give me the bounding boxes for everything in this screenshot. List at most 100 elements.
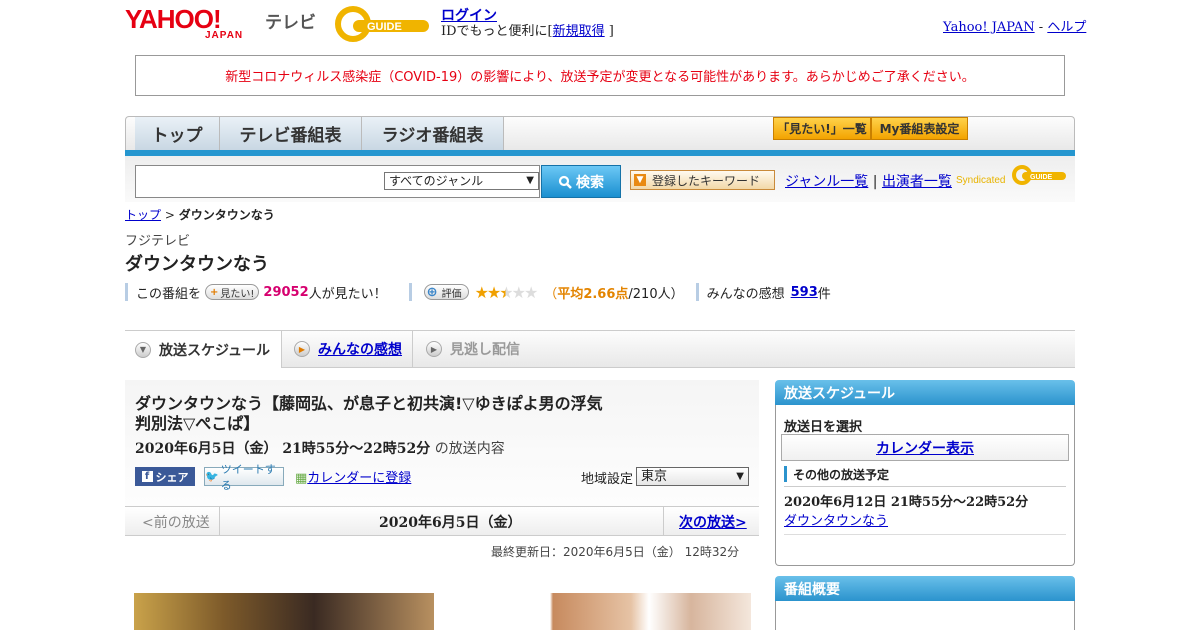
search-icon <box>558 175 572 189</box>
page-title: ダウンタウンなう <box>125 254 269 275</box>
region-select[interactable]: 東京 ▼ <box>636 467 749 486</box>
star-empty-icon: ★ <box>523 282 538 302</box>
my-schedule-label: My番組表設定 <box>879 122 960 136</box>
reviews-count-link[interactable]: 593 <box>791 285 818 300</box>
id-note-suffix: ] <box>608 24 614 39</box>
other-schedule-title: その他の放送予定 <box>793 468 890 482</box>
nav-tab-top[interactable]: トップ <box>135 117 220 150</box>
select-date-label: 放送日を選択 <box>784 420 863 435</box>
header-link-separator: - <box>1038 20 1044 35</box>
episode-photo-guests <box>451 593 751 630</box>
sidebar-schedule-header: 放送スケジュール <box>775 380 1075 405</box>
search-button[interactable]: 検索 <box>541 165 621 198</box>
breadcrumb: トップ > ダウンタウンなう <box>125 206 275 223</box>
nav-tab-radio-schedule[interactable]: ラジオ番組表 <box>362 117 504 150</box>
mitai-list-button[interactable]: 「見たい!」一覧 <box>773 117 871 140</box>
covid-notice-text: 新型コロナウィルス感染症（COVID-19）の影響により、放送予定が変更となる可… <box>225 70 975 85</box>
calendar-view-link[interactable]: カレンダー表示 <box>876 438 974 458</box>
g-guide-logo: GUIDE <box>335 6 429 42</box>
plus-circle-icon: ⊕ <box>426 284 438 300</box>
tab-label: 放送スケジュール <box>159 342 271 359</box>
reviews-suffix: 件 <box>817 286 831 302</box>
triangle-down-icon: ▼ <box>634 174 646 186</box>
other-schedule-link[interactable]: ダウンタウンなう <box>784 510 888 529</box>
tweet-label: ツイートする <box>220 462 276 492</box>
facebook-share-button[interactable]: f シェア <box>135 467 195 486</box>
breadcrumb-home-link[interactable]: トップ <box>125 208 161 222</box>
twitter-bird-icon: 🐦 <box>205 470 219 483</box>
help-link[interactable]: ヘルプ <box>1047 20 1086 35</box>
syndicated-g-guide-logo: Syndicated GUIDE <box>956 165 1066 186</box>
rate-button[interactable]: ⊕ 評価 <box>423 284 469 300</box>
genre-links: ジャンル一覧 | 出演者一覧 <box>785 171 952 191</box>
signup-link[interactable]: 新規取得 <box>553 24 605 39</box>
my-schedule-button[interactable]: My番組表設定 <box>871 117 968 140</box>
syndicated-label: Syndicated <box>956 175 1005 186</box>
chevron-right-icon: ▶ <box>294 341 310 357</box>
yahoo-japan-logo-text: JAPAN <box>205 30 244 41</box>
rating-stars: ★★★★★ <box>475 282 539 302</box>
chevron-down-icon: ▼ <box>736 471 744 482</box>
calendar-register[interactable]: ▦カレンダーに登録 <box>295 467 411 486</box>
yahoo-logo[interactable]: YAHOO! <box>125 6 222 32</box>
nav-tab-tv-schedule[interactable]: テレビ番組表 <box>220 117 362 150</box>
current-broadcast-date: 2020年6月5日（金） <box>379 515 522 531</box>
genre-select[interactable]: すべてのジャンル ▼ <box>384 172 539 190</box>
nav-tab-label: ラジオ番組表 <box>381 126 484 146</box>
tweet-button[interactable]: 🐦 ツイートする <box>204 463 284 492</box>
other-schedule-date: 2020年6月12日 21時55分～22時52分 <box>784 495 1029 510</box>
divider <box>784 486 1066 487</box>
channel-name: フジテレビ <box>125 234 191 249</box>
reviews-prefix: みんなの感想 <box>706 286 785 302</box>
mitai-button[interactable]: + 見たい! <box>205 284 260 300</box>
episode-datetime: 2020年6月5日（金） 21時55分～22時52分 の放送内容 <box>135 438 505 458</box>
performer-list-link[interactable]: 出演者一覧 <box>882 174 952 190</box>
last-updated: 最終更新日：2020年6月5日（金） 12時32分 <box>491 545 740 559</box>
g-guide-logo-text: GUIDE <box>367 21 402 33</box>
episode-datetime-suffix: の放送内容 <box>434 441 505 457</box>
tab-streaming[interactable]: ▶ 見逃し配信 <box>416 331 530 367</box>
mitai-list-label: 「見たい!」一覧 <box>777 122 867 136</box>
sidebar-summary-panel <box>775 601 1075 630</box>
covid-notice: 新型コロナウィルス感染症（COVID-19）の影響により、放送予定が変更となる可… <box>135 55 1065 96</box>
watch-count: 29052 <box>263 284 309 300</box>
watch-suffix: 人が見たい！ <box>308 286 387 302</box>
calendar-view-button[interactable]: カレンダー表示 <box>781 434 1069 461</box>
other-schedule-heading: その他の放送予定 <box>784 466 1066 482</box>
episode-title: ダウンタウンなう【藤岡弘、が息子と初共演!▽ゆきぽよ男の浮気判別法▽ぺこぱ】 <box>135 394 603 433</box>
tab-reviews[interactable]: ▶ みんなの感想 <box>284 331 413 367</box>
genre-list-link[interactable]: ジャンル一覧 <box>785 174 868 190</box>
rating-open-paren: （ <box>544 286 558 302</box>
divider <box>784 534 1066 535</box>
tab-schedule[interactable]: ▼ 放送スケジュール <box>125 331 282 368</box>
registered-keyword-button[interactable]: ▼ 登録したキーワード <box>630 170 775 190</box>
prev-broadcast-link[interactable]: <前の放送 <box>142 512 210 532</box>
region-select-value: 東京 <box>641 469 668 484</box>
nav-tab-label: テレビ番組表 <box>239 126 342 146</box>
divider <box>125 283 128 301</box>
chevron-right-icon: ▶ <box>426 341 442 357</box>
watch-prefix: この番組を <box>136 286 202 302</box>
next-broadcast-link[interactable]: 次の放送> <box>679 512 747 532</box>
calendar-register-link[interactable]: カレンダーに登録 <box>307 471 411 486</box>
mitai-button-label: 見たい! <box>220 288 255 300</box>
episode-photo-studio <box>134 593 434 630</box>
sidebar-summary-title: 番組概要 <box>784 581 840 598</box>
header-links: Yahoo! JAPAN - ヘルプ <box>943 16 1086 35</box>
rate-button-label: 評価 <box>441 288 462 300</box>
calendar-icon: ▦ <box>295 471 308 486</box>
star-empty-icon: ★ <box>511 282 526 302</box>
facebook-share-label: シェア <box>155 470 189 484</box>
nav-tab-label: トップ <box>151 126 203 146</box>
yahoo-japan-link[interactable]: Yahoo! JAPAN <box>943 20 1035 35</box>
tab-label: みんなの感想 <box>318 342 402 358</box>
plus-icon: + <box>210 286 219 298</box>
sidebar-summary-header: 番組概要 <box>775 576 1075 601</box>
program-stats: この番組を + 見たい! 29052 人が見たい！ ⊕ 評価 ★★★★★ （平均2.6… <box>125 282 831 302</box>
star-half-icon: ★ <box>499 282 513 302</box>
episode-datetime-value: 2020年6月5日（金） 21時55分～22時52分 <box>135 441 431 457</box>
facebook-icon: f <box>141 471 153 482</box>
divider <box>219 507 220 535</box>
breadcrumb-current: ダウンタウンなう <box>178 208 275 222</box>
chevron-down-icon: ▼ <box>526 175 534 186</box>
